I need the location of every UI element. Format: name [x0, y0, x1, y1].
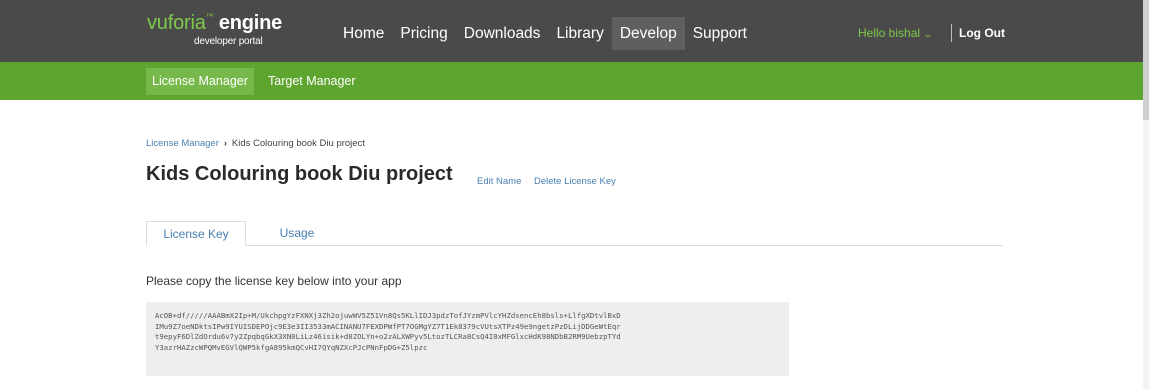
sub-nav-bar: License Manager Target Manager [0, 62, 1149, 100]
license-key-line: t9epyF6DlZdOrdu6v7y2ZpqbqGkX3XN0LiLz46is… [155, 332, 621, 341]
nav-develop[interactable]: Develop [611, 17, 685, 50]
logo-subtitle: developer portal [194, 36, 263, 47]
logo-tm: ™ [205, 12, 214, 21]
edit-name-link[interactable]: Edit Name [477, 176, 521, 187]
main-nav: Home Pricing Downloads Library Develop S… [335, 17, 755, 50]
breadcrumb-current: Kids Colouring book Diu project [231, 138, 365, 149]
logout-link[interactable]: Log Out [959, 26, 1005, 40]
header-divider [951, 24, 952, 42]
tab-usage[interactable]: Usage [262, 221, 332, 246]
page-scrollbar[interactable] [1143, 0, 1149, 389]
page-title: Kids Colouring book Diu project [146, 163, 453, 185]
chevron-down-icon: ⌄ [922, 29, 934, 39]
license-instructions: Please copy the license key below into y… [146, 274, 402, 288]
vuforia-logo[interactable]: vuforia™ engine developer portal [147, 12, 283, 47]
nav-library[interactable]: Library [548, 17, 611, 50]
nav-home[interactable]: Home [335, 17, 392, 50]
license-key-line: AcOB+df/////AAABmX2Ip+M/UkchpgYzFXNXj3Zh… [155, 311, 621, 320]
subnav-license-manager[interactable]: License Manager [146, 68, 254, 95]
nav-pricing[interactable]: Pricing [392, 17, 455, 50]
tab-license-key[interactable]: License Key [146, 221, 246, 246]
nav-support[interactable]: Support [685, 17, 755, 50]
user-menu[interactable]: Hello bishal ⌄ [858, 26, 934, 40]
logo-product: engine [218, 12, 283, 34]
user-greeting: Hello bishal [858, 26, 921, 40]
subnav-target-manager[interactable]: Target Manager [262, 68, 362, 95]
top-nav-bar: vuforia™ engine developer portal Home Pr… [0, 0, 1149, 62]
breadcrumb-parent[interactable]: License Manager [146, 138, 219, 149]
license-key-box[interactable]: AcOB+df/////AAABmX2Ip+M/UkchpgYzFXNXj3Zh… [146, 302, 789, 376]
breadcrumb: License Manager › Kids Colouring book Diu … [146, 138, 365, 149]
scrollbar-thumb[interactable] [1143, 0, 1149, 120]
breadcrumb-separator: › [223, 138, 227, 148]
delete-license-key-link[interactable]: Delete License Key [534, 176, 616, 187]
license-key-line: Y3azrHAZzcWPQMvEGVlQWP5kfgA895kmQCvHI7QY… [155, 342, 428, 352]
license-key-line: IMu9Z7oeNDktsIPw9IYUISDEPOjc9E3e3II3533m… [155, 321, 621, 331]
logo-brand: vuforia [147, 12, 206, 34]
nav-downloads[interactable]: Downloads [456, 17, 549, 50]
